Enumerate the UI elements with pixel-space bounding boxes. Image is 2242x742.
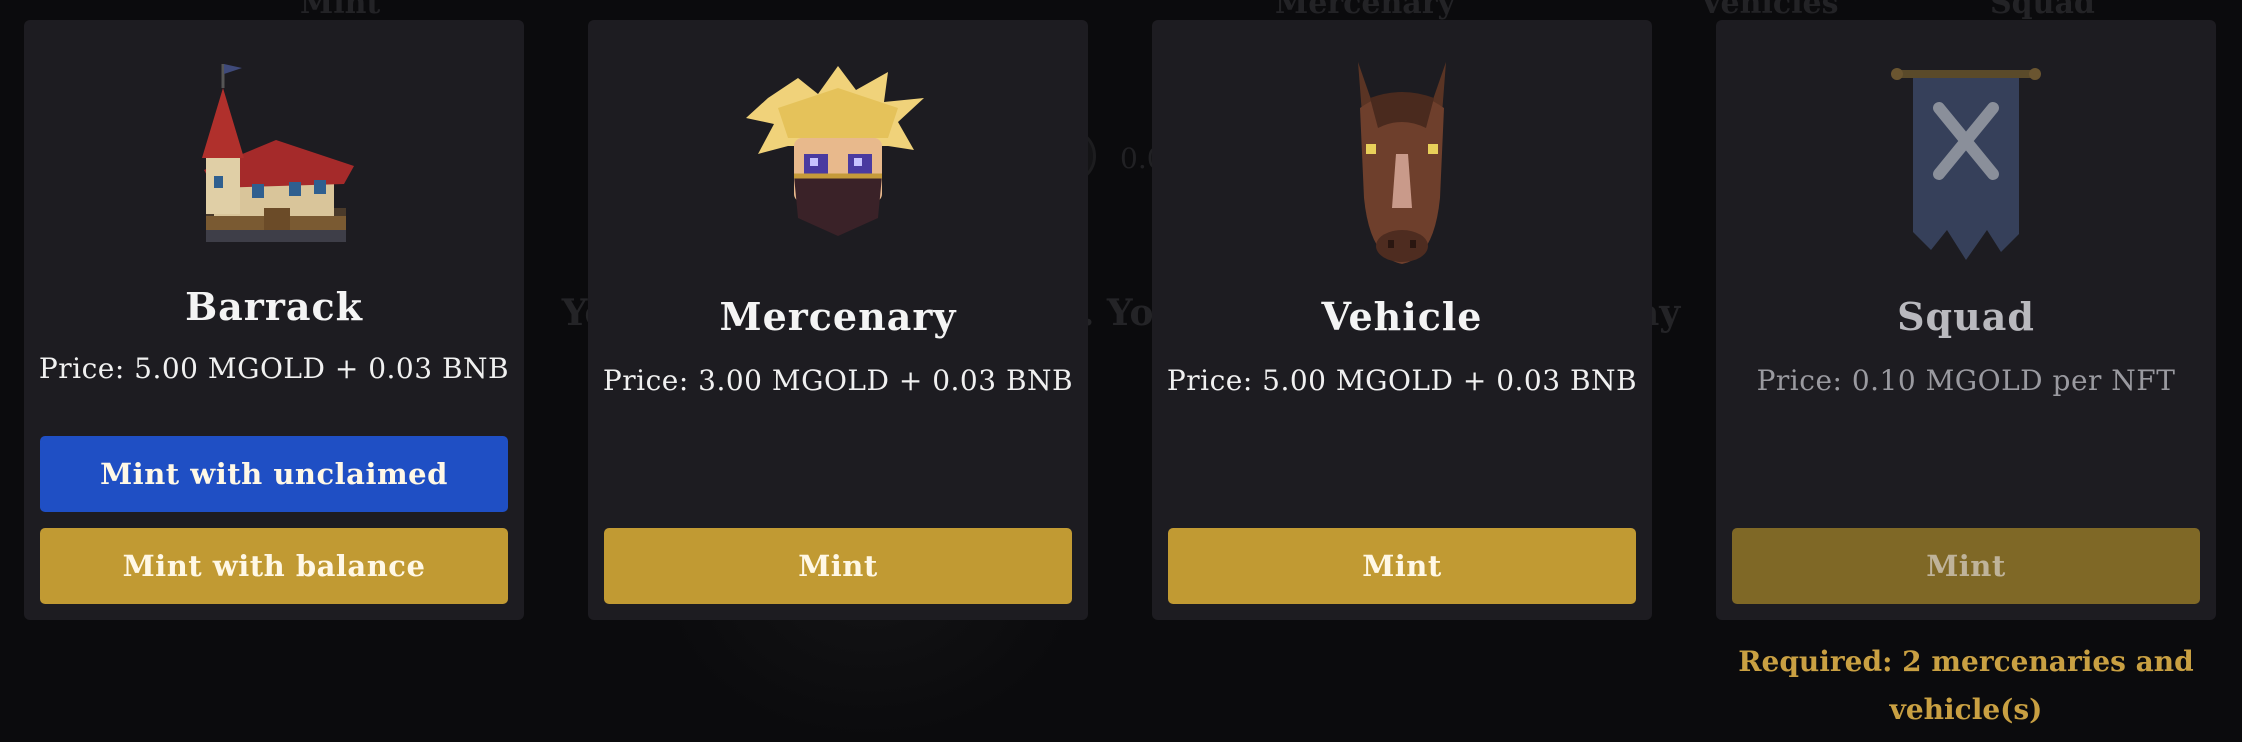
card-price: Price: 5.00 MGOLD + 0.03 BNB [38,352,510,385]
vehicle-card: Vehicle Price: 5.00 MGOLD + 0.03 BNB Min… [1152,20,1652,620]
mint-squad-button[interactable]: Mint [1732,528,2200,604]
card-title: Squad [1897,294,2035,339]
barrack-card: Barrack Price: 5.00 MGOLD + 0.03 BNB Min… [24,20,524,620]
bg-nav-mercenary: Mercenary [1275,0,1455,21]
card-title: Mercenary [719,294,957,339]
mint-with-unclaimed-button[interactable]: Mint with unclaimed [40,436,508,512]
horse-icon [1358,62,1446,264]
card-price: Price: 0.10 MGOLD per NFT [1756,364,2176,397]
card-title: Vehicle [1321,294,1483,339]
banner-icon [1891,68,2041,260]
squad-card: Squad Price: 0.10 MGOLD per NFT Mint [1716,20,2216,620]
card-price: Price: 3.00 MGOLD + 0.03 BNB [602,364,1074,397]
card-price: Price: 5.00 MGOLD + 0.03 BNB [1166,364,1638,397]
bg-nav-vehicles: Vehicles [1700,0,1839,21]
bg-nav-mint: Mint [300,0,381,21]
bg-nav-squad: Squad [1990,0,2095,21]
mint-vehicle-button[interactable]: Mint [1168,528,1636,604]
mercenary-icon [746,66,924,236]
mint-mercenary-button[interactable]: Mint [604,528,1072,604]
squad-requirement-note: Required: 2 mercenaries and vehicle(s) [1738,645,2194,726]
mint-with-balance-button[interactable]: Mint with balance [40,528,508,604]
mercenary-card: Mercenary Price: 3.00 MGOLD + 0.03 BNB M… [588,20,1088,620]
card-title: Barrack [185,284,363,329]
barrack-icon [202,64,354,242]
